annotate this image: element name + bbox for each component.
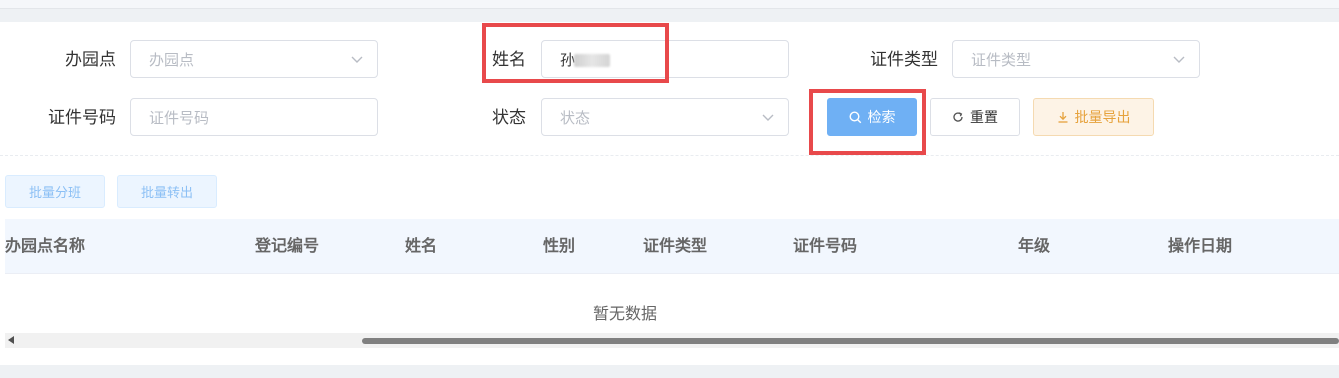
column-header[interactable]: 证件类型: [643, 236, 707, 256]
horizontal-scrollbar[interactable]: [5, 333, 1339, 348]
id-type-placeholder: 证件类型: [971, 51, 1032, 69]
id-number-input[interactable]: 证件号码: [130, 98, 378, 136]
campus-label: 办园点: [65, 50, 116, 70]
reset-button[interactable]: 重置: [930, 98, 1020, 136]
id-number-placeholder: 证件号码: [149, 109, 210, 127]
batch-assign-class-label: 批量分班: [28, 186, 81, 201]
column-header[interactable]: 操作日期: [1168, 236, 1232, 256]
batch-transfer-out-label: 批量转出: [140, 186, 193, 201]
column-header[interactable]: 办园点名称: [5, 236, 85, 256]
batch-assign-class-button[interactable]: 批量分班: [5, 175, 105, 208]
section-divider: [0, 155, 1339, 156]
chevron-down-icon: [762, 114, 774, 121]
scroll-left-arrow-icon[interactable]: [8, 336, 14, 344]
column-header[interactable]: 年级: [1018, 236, 1050, 256]
campus-select[interactable]: 办园点: [130, 40, 378, 78]
highlight-search-button: [809, 89, 926, 155]
scrollbar-thumb[interactable]: [362, 338, 1339, 344]
refresh-icon: [953, 112, 963, 122]
batch-transfer-out-button[interactable]: 批量转出: [117, 175, 217, 208]
chevron-down-icon: [351, 56, 363, 63]
status-label: 状态: [492, 108, 526, 128]
column-header[interactable]: 姓名: [405, 236, 437, 256]
top-strip: [0, 0, 1339, 9]
column-header[interactable]: 登记编号: [255, 236, 319, 256]
table-header: 办园点名称 登记编号 姓名 性别 证件类型 证件号码 年级 操作日期: [5, 219, 1339, 274]
empty-state-text: 暂无数据: [593, 304, 658, 323]
highlight-name-field: [482, 23, 669, 83]
campus-placeholder: 办园点: [149, 51, 195, 69]
id-number-label: 证件号码: [48, 108, 116, 128]
id-type-select[interactable]: 证件类型: [952, 40, 1200, 78]
download-icon: [1058, 112, 1067, 123]
column-header[interactable]: 证件号码: [793, 236, 857, 256]
batch-export-button[interactable]: 批量导出: [1033, 98, 1154, 136]
status-placeholder: 状态: [560, 109, 591, 127]
reset-button-label: 重置: [970, 110, 998, 126]
column-header[interactable]: 性别: [543, 236, 575, 256]
id-type-label: 证件类型: [870, 50, 938, 70]
status-select[interactable]: 状态: [541, 98, 789, 136]
chevron-down-icon: [1173, 56, 1185, 63]
batch-export-label: 批量导出: [1074, 110, 1131, 126]
